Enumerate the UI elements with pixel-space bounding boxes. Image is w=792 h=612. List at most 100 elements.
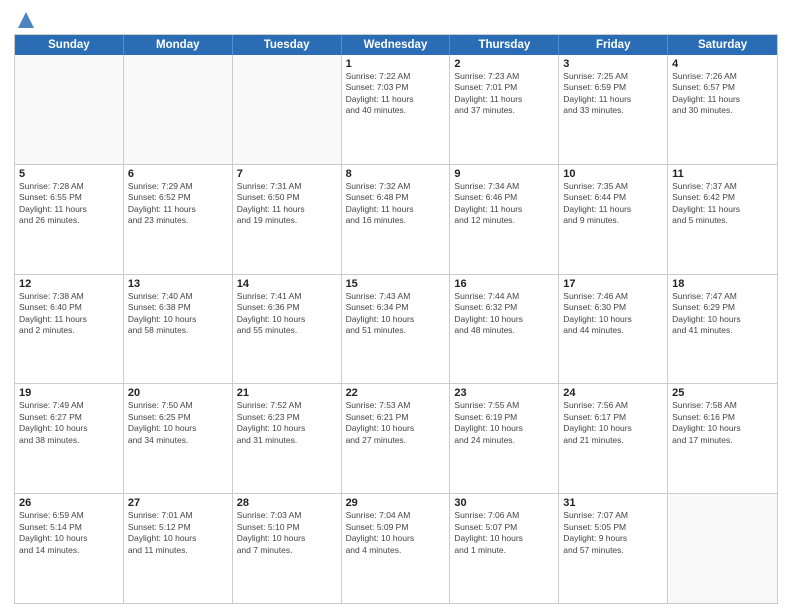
day-number: 29	[346, 497, 446, 509]
day-number: 4	[672, 58, 773, 70]
day-cell-7: 7Sunrise: 7:31 AM Sunset: 6:50 PM Daylig…	[233, 165, 342, 274]
day-number: 3	[563, 58, 663, 70]
page-header	[14, 10, 778, 26]
cell-info: Sunrise: 7:06 AM Sunset: 5:07 PM Dayligh…	[454, 510, 554, 556]
page-container: SundayMondayTuesdayWednesdayThursdayFrid…	[0, 0, 792, 612]
day-number: 22	[346, 387, 446, 399]
calendar-row-5: 26Sunrise: 6:59 AM Sunset: 5:14 PM Dayli…	[15, 493, 777, 603]
cell-info: Sunrise: 7:26 AM Sunset: 6:57 PM Dayligh…	[672, 71, 773, 117]
day-number: 25	[672, 387, 773, 399]
day-cell-4: 4Sunrise: 7:26 AM Sunset: 6:57 PM Daylig…	[668, 55, 777, 164]
cell-info: Sunrise: 7:43 AM Sunset: 6:34 PM Dayligh…	[346, 291, 446, 337]
cell-info: Sunrise: 7:01 AM Sunset: 5:12 PM Dayligh…	[128, 510, 228, 556]
day-cell-9: 9Sunrise: 7:34 AM Sunset: 6:46 PM Daylig…	[450, 165, 559, 274]
cell-info: Sunrise: 7:37 AM Sunset: 6:42 PM Dayligh…	[672, 181, 773, 227]
cell-info: Sunrise: 7:53 AM Sunset: 6:21 PM Dayligh…	[346, 400, 446, 446]
day-cell-16: 16Sunrise: 7:44 AM Sunset: 6:32 PM Dayli…	[450, 275, 559, 384]
cell-info: Sunrise: 7:35 AM Sunset: 6:44 PM Dayligh…	[563, 181, 663, 227]
day-cell-25: 25Sunrise: 7:58 AM Sunset: 6:16 PM Dayli…	[668, 384, 777, 493]
day-number: 18	[672, 278, 773, 290]
weekday-header-wednesday: Wednesday	[342, 35, 451, 55]
day-number: 30	[454, 497, 554, 509]
day-cell-13: 13Sunrise: 7:40 AM Sunset: 6:38 PM Dayli…	[124, 275, 233, 384]
day-cell-10: 10Sunrise: 7:35 AM Sunset: 6:44 PM Dayli…	[559, 165, 668, 274]
calendar-body: 1Sunrise: 7:22 AM Sunset: 7:03 PM Daylig…	[15, 55, 777, 603]
day-number: 19	[19, 387, 119, 399]
cell-info: Sunrise: 7:03 AM Sunset: 5:10 PM Dayligh…	[237, 510, 337, 556]
cell-info: Sunrise: 7:38 AM Sunset: 6:40 PM Dayligh…	[19, 291, 119, 337]
weekday-header-saturday: Saturday	[668, 35, 777, 55]
day-cell-23: 23Sunrise: 7:55 AM Sunset: 6:19 PM Dayli…	[450, 384, 559, 493]
calendar-header: SundayMondayTuesdayWednesdayThursdayFrid…	[15, 35, 777, 55]
empty-cell-0-2	[233, 55, 342, 164]
cell-info: Sunrise: 7:52 AM Sunset: 6:23 PM Dayligh…	[237, 400, 337, 446]
cell-info: Sunrise: 7:04 AM Sunset: 5:09 PM Dayligh…	[346, 510, 446, 556]
calendar-row-1: 1Sunrise: 7:22 AM Sunset: 7:03 PM Daylig…	[15, 55, 777, 164]
cell-info: Sunrise: 7:07 AM Sunset: 5:05 PM Dayligh…	[563, 510, 663, 556]
empty-cell-0-1	[124, 55, 233, 164]
cell-info: Sunrise: 7:49 AM Sunset: 6:27 PM Dayligh…	[19, 400, 119, 446]
day-cell-31: 31Sunrise: 7:07 AM Sunset: 5:05 PM Dayli…	[559, 494, 668, 603]
calendar: SundayMondayTuesdayWednesdayThursdayFrid…	[14, 34, 778, 604]
day-number: 27	[128, 497, 228, 509]
weekday-header-friday: Friday	[559, 35, 668, 55]
day-number: 21	[237, 387, 337, 399]
cell-info: Sunrise: 7:58 AM Sunset: 6:16 PM Dayligh…	[672, 400, 773, 446]
day-number: 17	[563, 278, 663, 290]
day-cell-15: 15Sunrise: 7:43 AM Sunset: 6:34 PM Dayli…	[342, 275, 451, 384]
cell-info: Sunrise: 7:23 AM Sunset: 7:01 PM Dayligh…	[454, 71, 554, 117]
calendar-row-3: 12Sunrise: 7:38 AM Sunset: 6:40 PM Dayli…	[15, 274, 777, 384]
day-cell-28: 28Sunrise: 7:03 AM Sunset: 5:10 PM Dayli…	[233, 494, 342, 603]
day-number: 6	[128, 168, 228, 180]
day-number: 14	[237, 278, 337, 290]
day-number: 28	[237, 497, 337, 509]
day-cell-3: 3Sunrise: 7:25 AM Sunset: 6:59 PM Daylig…	[559, 55, 668, 164]
cell-info: Sunrise: 7:25 AM Sunset: 6:59 PM Dayligh…	[563, 71, 663, 117]
day-number: 26	[19, 497, 119, 509]
logo	[14, 10, 36, 26]
day-cell-14: 14Sunrise: 7:41 AM Sunset: 6:36 PM Dayli…	[233, 275, 342, 384]
day-number: 8	[346, 168, 446, 180]
empty-cell-0-0	[15, 55, 124, 164]
cell-info: Sunrise: 7:32 AM Sunset: 6:48 PM Dayligh…	[346, 181, 446, 227]
cell-info: Sunrise: 7:29 AM Sunset: 6:52 PM Dayligh…	[128, 181, 228, 227]
calendar-row-4: 19Sunrise: 7:49 AM Sunset: 6:27 PM Dayli…	[15, 383, 777, 493]
cell-info: Sunrise: 7:31 AM Sunset: 6:50 PM Dayligh…	[237, 181, 337, 227]
weekday-header-monday: Monday	[124, 35, 233, 55]
day-cell-11: 11Sunrise: 7:37 AM Sunset: 6:42 PM Dayli…	[668, 165, 777, 274]
cell-info: Sunrise: 7:34 AM Sunset: 6:46 PM Dayligh…	[454, 181, 554, 227]
day-number: 11	[672, 168, 773, 180]
day-cell-5: 5Sunrise: 7:28 AM Sunset: 6:55 PM Daylig…	[15, 165, 124, 274]
day-cell-26: 26Sunrise: 6:59 AM Sunset: 5:14 PM Dayli…	[15, 494, 124, 603]
cell-info: Sunrise: 7:41 AM Sunset: 6:36 PM Dayligh…	[237, 291, 337, 337]
day-number: 9	[454, 168, 554, 180]
calendar-row-2: 5Sunrise: 7:28 AM Sunset: 6:55 PM Daylig…	[15, 164, 777, 274]
day-number: 16	[454, 278, 554, 290]
empty-cell-4-6	[668, 494, 777, 603]
day-number: 13	[128, 278, 228, 290]
day-cell-8: 8Sunrise: 7:32 AM Sunset: 6:48 PM Daylig…	[342, 165, 451, 274]
day-cell-19: 19Sunrise: 7:49 AM Sunset: 6:27 PM Dayli…	[15, 384, 124, 493]
day-number: 2	[454, 58, 554, 70]
day-cell-24: 24Sunrise: 7:56 AM Sunset: 6:17 PM Dayli…	[559, 384, 668, 493]
weekday-header-sunday: Sunday	[15, 35, 124, 55]
day-cell-27: 27Sunrise: 7:01 AM Sunset: 5:12 PM Dayli…	[124, 494, 233, 603]
day-number: 5	[19, 168, 119, 180]
cell-info: Sunrise: 7:56 AM Sunset: 6:17 PM Dayligh…	[563, 400, 663, 446]
weekday-header-tuesday: Tuesday	[233, 35, 342, 55]
day-cell-12: 12Sunrise: 7:38 AM Sunset: 6:40 PM Dayli…	[15, 275, 124, 384]
day-number: 20	[128, 387, 228, 399]
day-cell-22: 22Sunrise: 7:53 AM Sunset: 6:21 PM Dayli…	[342, 384, 451, 493]
day-number: 10	[563, 168, 663, 180]
cell-info: Sunrise: 7:47 AM Sunset: 6:29 PM Dayligh…	[672, 291, 773, 337]
cell-info: Sunrise: 7:22 AM Sunset: 7:03 PM Dayligh…	[346, 71, 446, 117]
day-cell-2: 2Sunrise: 7:23 AM Sunset: 7:01 PM Daylig…	[450, 55, 559, 164]
day-number: 15	[346, 278, 446, 290]
logo-icon	[16, 10, 36, 30]
day-cell-29: 29Sunrise: 7:04 AM Sunset: 5:09 PM Dayli…	[342, 494, 451, 603]
day-cell-30: 30Sunrise: 7:06 AM Sunset: 5:07 PM Dayli…	[450, 494, 559, 603]
weekday-header-thursday: Thursday	[450, 35, 559, 55]
day-cell-21: 21Sunrise: 7:52 AM Sunset: 6:23 PM Dayli…	[233, 384, 342, 493]
day-number: 12	[19, 278, 119, 290]
day-cell-18: 18Sunrise: 7:47 AM Sunset: 6:29 PM Dayli…	[668, 275, 777, 384]
